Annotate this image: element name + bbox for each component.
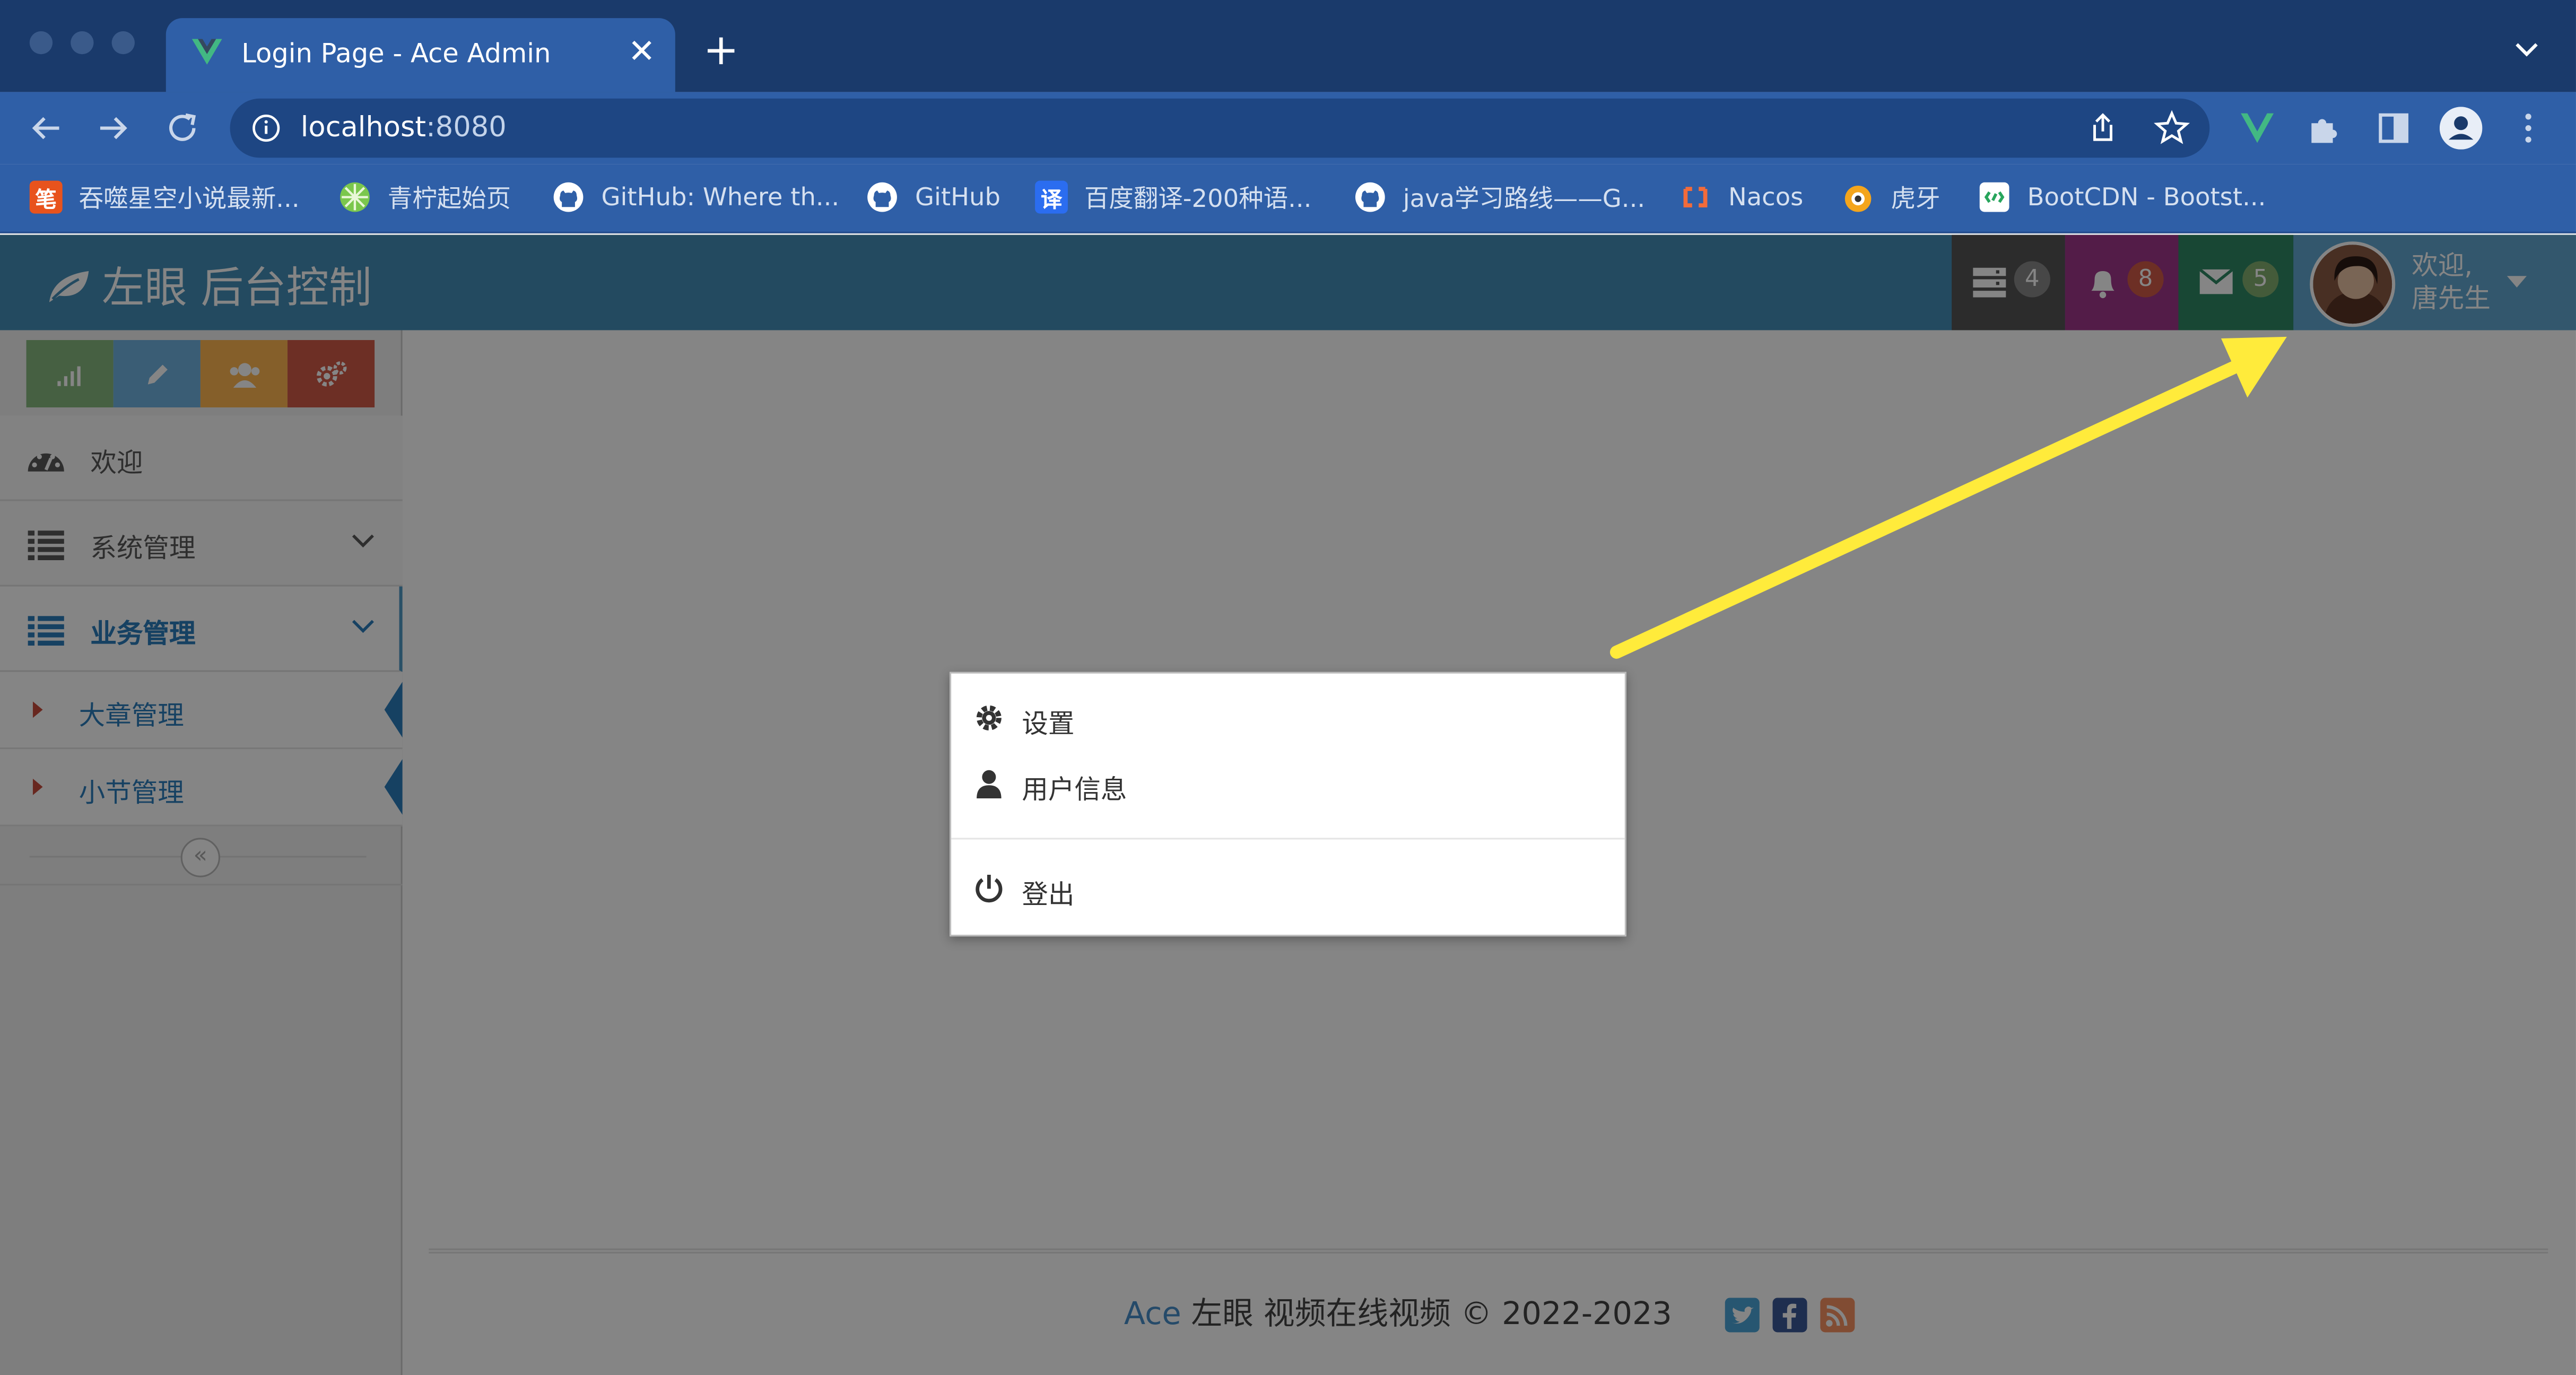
power-icon bbox=[976, 875, 1003, 903]
bootcdn-icon bbox=[1979, 182, 2009, 212]
reload-icon[interactable] bbox=[163, 108, 202, 147]
menu-item-profile[interactable]: 用户信息 bbox=[951, 756, 1625, 812]
bookmark-favicon: 译 bbox=[1035, 180, 1068, 214]
forward-icon[interactable] bbox=[94, 108, 133, 147]
bookmark-item[interactable]: 译 百度翻译-200种语... bbox=[1035, 177, 1311, 216]
share-icon[interactable] bbox=[2086, 112, 2119, 145]
nacos-icon bbox=[1683, 187, 1708, 207]
menu-item-settings[interactable]: 设置 bbox=[951, 690, 1625, 746]
bookmark-item[interactable]: BootCDN - Bootst... bbox=[1978, 177, 2266, 216]
vue-icon bbox=[192, 39, 222, 65]
address-bar[interactable]: localhost:8080 bbox=[230, 98, 2210, 158]
bookmark-item[interactable]: 虎牙 bbox=[1842, 177, 1940, 216]
screen: Login Page - Ace Admin ✕ + localhost:808… bbox=[0, 0, 2576, 1375]
bookmark-item[interactable]: java学习路线——G... bbox=[1354, 177, 1645, 216]
vue-devtools-icon[interactable] bbox=[2238, 108, 2277, 147]
bookmark-label: java学习路线——G... bbox=[1403, 183, 1646, 213]
bookmark-favicon: 笔 bbox=[29, 180, 63, 214]
side-panel-icon[interactable] bbox=[2374, 108, 2413, 147]
bookmark-star-icon[interactable] bbox=[2154, 110, 2190, 146]
tab-title: Login Page - Ace Admin bbox=[241, 38, 551, 69]
gear-icon bbox=[976, 705, 1002, 730]
url-port: :8080 bbox=[426, 111, 507, 145]
window-zoom-dot[interactable] bbox=[111, 31, 135, 55]
user-dropdown-menu: 设置 用户信息 登出 bbox=[950, 672, 1626, 937]
browser-tab[interactable]: Login Page - Ace Admin ✕ bbox=[166, 18, 675, 92]
window-minimize-dot[interactable] bbox=[71, 31, 94, 55]
menu-item-label: 登出 bbox=[1022, 878, 1075, 910]
bookmark-label: GitHub: Where th... bbox=[601, 182, 840, 212]
user-icon bbox=[977, 770, 1002, 799]
bookmark-label: GitHub bbox=[915, 182, 1000, 212]
bookmark-label: 百度翻译-200种语... bbox=[1084, 183, 1312, 213]
bookmark-label: 虎牙 bbox=[1891, 183, 1940, 213]
lime-icon bbox=[340, 182, 370, 212]
github-icon bbox=[1355, 182, 1385, 212]
bookmark-item[interactable]: GitHub bbox=[866, 177, 1000, 216]
browser-toolbar: localhost:8080 bbox=[0, 92, 2576, 164]
bookmark-item[interactable]: 笔 吞噬星空小说最新... bbox=[29, 177, 300, 216]
url-host: localhost bbox=[300, 111, 427, 145]
site-info-icon[interactable] bbox=[251, 114, 281, 143]
bookmark-label: 青柠起始页 bbox=[387, 183, 511, 213]
url-text: localhost:8080 bbox=[301, 112, 507, 145]
github-icon bbox=[553, 182, 584, 212]
browser-tabstrip: Login Page - Ace Admin ✕ + bbox=[0, 0, 2576, 92]
bookmark-label: BootCDN - Bootst... bbox=[2027, 182, 2266, 212]
bookmark-item[interactable]: Nacos bbox=[1679, 177, 1803, 216]
bookmark-label: Nacos bbox=[1728, 182, 1804, 212]
extensions-icon[interactable] bbox=[2305, 108, 2344, 147]
bookmarks-bar: 笔 吞噬星空小说最新... 青柠起始页 GitHub: Where th... … bbox=[0, 164, 2576, 233]
tab-close-icon[interactable]: ✕ bbox=[628, 33, 656, 69]
menu-item-logout[interactable]: 登出 bbox=[951, 861, 1625, 917]
menu-divider bbox=[951, 838, 1625, 840]
menu-item-label: 设置 bbox=[1022, 708, 1075, 739]
bookmark-label: 吞噬星空小说最新... bbox=[79, 183, 300, 213]
tab-search-chevron-icon[interactable] bbox=[2510, 33, 2543, 66]
profile-icon[interactable] bbox=[2439, 107, 2483, 150]
bookmark-item[interactable]: 青柠起始页 bbox=[338, 177, 511, 216]
menu-item-label: 用户信息 bbox=[1022, 773, 1127, 805]
more-menu-icon[interactable] bbox=[2509, 108, 2548, 147]
bookmark-item[interactable]: GitHub: Where th... bbox=[552, 177, 840, 216]
back-icon[interactable] bbox=[27, 108, 66, 147]
window-close-dot[interactable] bbox=[29, 31, 53, 55]
new-tab-icon[interactable]: + bbox=[703, 27, 739, 76]
huya-icon bbox=[1844, 185, 1872, 212]
github-icon bbox=[867, 182, 897, 212]
